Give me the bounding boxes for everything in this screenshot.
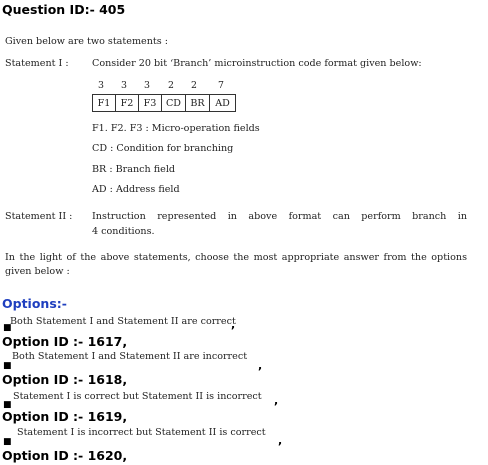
option-text[interactable]: Statement I is incorrect but Statement I… [17,427,266,438]
prompt-line2: given below : [5,266,70,277]
option-id: Option ID :- 1618, [2,372,128,387]
bit-width: 3 [121,80,127,91]
legend-item: CD : Condition for branching [92,143,234,154]
statement2-line1: Instruction represented in above format … [92,211,467,222]
option-bullet: ■ [3,361,12,371]
bit-width: 2 [191,80,197,91]
statement1-label: Statement I : [5,58,69,69]
field-cell: F1 [92,94,116,112]
legend-item: AD : Address field [92,184,180,195]
field-cell: AD [209,94,236,112]
microinstruction-format-table: F1 F2 F3 CD BR AD [92,94,236,112]
option-text[interactable]: Both Statement I and Statement II are co… [10,316,236,327]
option-bullet: ■ [3,437,12,447]
option-text[interactable]: Both Statement I and Statement II are in… [12,351,247,362]
option-text[interactable]: Statement I is correct but Statement II … [13,391,262,402]
bit-width: 2 [168,80,174,91]
prompt-line1: In the light of the above statements, ch… [5,252,467,263]
bit-width: 3 [144,80,150,91]
field-cell: F2 [115,94,139,112]
legend-item: BR : Branch field [92,164,176,175]
option-comma: , [274,394,279,407]
bit-width: 7 [218,80,224,91]
statement1-text: Consider 20 bit ‘Branch’ microinstructio… [92,58,422,69]
question-id: Question ID:- 405 [2,2,126,17]
field-cell: CD [161,94,186,112]
option-comma: , [278,434,283,447]
option-comma: , [258,359,263,372]
options-heading: Options:- [2,296,67,311]
intro-text: Given below are two statements : [5,36,168,47]
legend-item: F1. F2. F3 : Micro-operation fields [92,123,260,134]
statement2-line2: 4 conditions. [92,226,155,237]
field-cell: BR [185,94,210,112]
bit-width: 3 [98,80,104,91]
field-cell: F3 [138,94,162,112]
option-id: Option ID :- 1620, [2,448,128,463]
option-id: Option ID :- 1617, [2,334,128,349]
option-comma: , [231,318,236,331]
statement2-label: Statement II : [5,211,73,222]
option-id: Option ID :- 1619, [2,409,128,424]
